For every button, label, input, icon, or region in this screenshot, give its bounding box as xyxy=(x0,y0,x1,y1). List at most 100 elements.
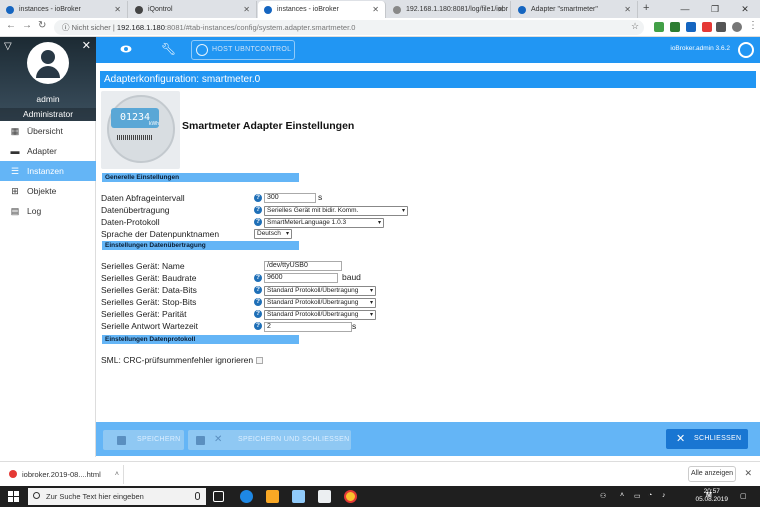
chevron-up-icon[interactable]: ˄ xyxy=(115,465,119,484)
sidebar-role: Administrator xyxy=(0,108,96,121)
chevron-down-icon: ▾ xyxy=(377,220,381,226)
browser-tab-bar: instances - ioBroker ✕ iQontrol ✕ instan… xyxy=(0,0,760,18)
windows-start-icon[interactable] xyxy=(8,491,19,502)
help-icon[interactable]: ? xyxy=(254,206,262,214)
baudrate-unit: baud xyxy=(342,272,361,282)
chrome-icon[interactable] xyxy=(344,490,357,503)
language-select[interactable]: Deutsch ▾ xyxy=(254,229,292,239)
address-input[interactable]: ⓘ Nicht sicher | 192.168.1.180:8081/#tab… xyxy=(54,20,644,35)
maximize-button[interactable]: ❐ xyxy=(700,0,730,18)
list-icon: ☰ xyxy=(10,166,20,176)
menu-dots-icon[interactable]: ⋮ xyxy=(748,20,758,31)
extension-icon[interactable] xyxy=(686,22,696,32)
info-icon[interactable]: ⓘ xyxy=(62,23,70,32)
sidebar-item-instances[interactable]: ☰ Instanzen xyxy=(0,161,96,181)
sidebar-item-adapter[interactable]: ▬ Adapter xyxy=(0,141,96,161)
sidebar-item-objects[interactable]: ⊞ Objekte xyxy=(0,181,96,201)
back-icon[interactable]: ← xyxy=(6,20,16,31)
wait-input[interactable]: 2 xyxy=(264,322,352,332)
microphone-icon[interactable] xyxy=(195,492,200,500)
serial-name-input[interactable]: /dev/ttyUSB0 xyxy=(264,261,342,271)
chrome-file-icon xyxy=(9,470,17,478)
edge-icon[interactable] xyxy=(240,490,253,503)
sidebar-item-log[interactable]: ▤ Log xyxy=(0,201,96,221)
browser-tab[interactable]: 192.168.1.180:8081/log/file1/iobr ✕ xyxy=(387,1,511,18)
interval-input[interactable]: 300 xyxy=(264,193,316,203)
close-tab-icon[interactable]: ✕ xyxy=(114,5,121,14)
sidebar-item-overview[interactable]: ▦ Übersicht xyxy=(0,121,96,141)
field-label: Daten-Protokoll xyxy=(101,217,160,227)
extension-icon[interactable] xyxy=(716,22,726,32)
close-button[interactable]: ✕ SCHLIESSEN xyxy=(666,429,748,449)
browser-tab-active[interactable]: instances - ioBroker ✕ xyxy=(258,1,386,18)
help-icon[interactable]: ? xyxy=(254,274,262,282)
tab-favicon-icon xyxy=(393,5,401,14)
tab-title: 192.168.1.180:8081/log/file1/iobr xyxy=(406,6,508,13)
stopbits-select[interactable]: Standard Protokoll/Übertragung ▾ xyxy=(264,298,376,308)
sidebar-item-label: Objekte xyxy=(27,186,57,196)
tab-favicon-icon xyxy=(135,5,143,14)
mail-icon[interactable] xyxy=(318,490,331,503)
profile-avatar-icon[interactable] xyxy=(732,22,742,32)
people-icon[interactable]: ⚇ xyxy=(600,492,608,500)
extension-icon[interactable] xyxy=(670,22,680,32)
forward-icon[interactable]: → xyxy=(22,20,32,31)
volume-icon[interactable]: ♪ xyxy=(662,492,670,500)
show-all-button[interactable]: Alle anzeigen xyxy=(688,466,736,482)
browser-tab[interactable]: Adapter "smartmeter" ✕ xyxy=(512,1,638,18)
close-sidebar-icon[interactable]: ✕ xyxy=(82,39,91,52)
reload-icon[interactable]: ↻ xyxy=(38,20,46,31)
close-download-bar-icon[interactable]: ✕ xyxy=(744,468,752,479)
eye-icon[interactable] xyxy=(120,43,132,55)
meter-barcode xyxy=(117,135,153,140)
chevron-down-icon: ▾ xyxy=(401,208,405,214)
tab-favicon-icon xyxy=(264,5,272,14)
transfer-select[interactable]: Serielles Gerät mit bidir. Komm. ▾ xyxy=(264,206,408,216)
close-window-button[interactable]: ✕ xyxy=(730,0,760,18)
close-label: SCHLIESSEN xyxy=(694,435,742,442)
download-item[interactable]: iobroker.2019-08....html ˄ xyxy=(4,465,124,484)
parity-select[interactable]: Standard Protokoll/Übertragung ▾ xyxy=(264,310,376,320)
taskbar-clock[interactable]: 20:57 05.08.2019 xyxy=(695,488,728,504)
help-icon[interactable]: ? xyxy=(254,322,262,330)
crc-checkbox[interactable] xyxy=(256,357,263,364)
footer-actions: SPEICHERN ✕ SPEICHERN UND SCHLIESSEN ✕ S… xyxy=(96,422,760,456)
help-icon[interactable]: ? xyxy=(254,310,262,318)
new-tab-icon[interactable]: + xyxy=(643,2,649,14)
file-explorer-icon[interactable] xyxy=(266,490,279,503)
bookmark-star-icon[interactable]: ☆ xyxy=(631,21,639,32)
help-icon[interactable]: ? xyxy=(254,194,262,202)
browser-tab[interactable]: instances - ioBroker ✕ xyxy=(0,1,128,18)
not-secure-label: Nicht sicher xyxy=(71,23,111,32)
help-icon[interactable]: ? xyxy=(254,218,262,226)
help-icon[interactable]: ? xyxy=(254,298,262,306)
store-icon[interactable] xyxy=(292,490,305,503)
browser-tab[interactable]: iQontrol ✕ xyxy=(129,1,257,18)
baudrate-input[interactable]: 9600 xyxy=(264,273,338,283)
close-tab-icon[interactable]: ✕ xyxy=(372,5,379,14)
taskbar-search-input[interactable]: Zur Suche Text hier eingeben xyxy=(28,488,206,505)
help-icon[interactable]: ? xyxy=(254,286,262,294)
sidebar-item-label: Adapter xyxy=(27,146,57,156)
task-view-icon[interactable] xyxy=(213,491,224,502)
close-tab-icon[interactable]: ✕ xyxy=(624,5,631,14)
minimize-button[interactable]: — xyxy=(670,0,700,18)
avatar[interactable] xyxy=(27,42,69,84)
save-close-button[interactable]: ✕ SPEICHERN UND SCHLIESSEN xyxy=(188,430,351,450)
tray-up-icon[interactable]: ˄ xyxy=(620,492,628,500)
protocol-select[interactable]: SmartMeterLanguage 1.0.3 ▾ xyxy=(264,218,384,228)
extension-icon[interactable] xyxy=(702,22,712,32)
battery-icon[interactable]: ▭ xyxy=(634,492,642,500)
extension-icon[interactable] xyxy=(654,22,664,32)
network-icon[interactable]: ◔ xyxy=(648,492,656,500)
address-path: :8081/#tab-instances/config/system.adapt… xyxy=(164,23,356,32)
close-tab-icon[interactable]: ✕ xyxy=(497,5,504,14)
notifications-icon[interactable]: ▢ xyxy=(740,492,748,500)
meter-unit: kWh xyxy=(149,121,159,127)
wrench-icon[interactable]: 🔧︎ xyxy=(161,42,176,56)
databits-select[interactable]: Standard Protokoll/Übertragung ▾ xyxy=(264,286,376,296)
save-icon xyxy=(117,436,126,445)
host-button[interactable]: HOST UBNTCONTROL xyxy=(191,40,295,60)
save-button[interactable]: SPEICHERN xyxy=(103,430,184,450)
close-tab-icon[interactable]: ✕ xyxy=(243,5,250,14)
